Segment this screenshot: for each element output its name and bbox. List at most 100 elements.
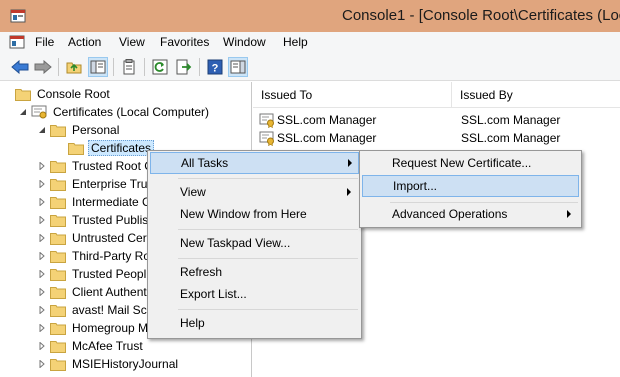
menu-view[interactable]: View <box>119 35 145 49</box>
folder-icon <box>50 177 66 191</box>
tree-item-store[interactable]: Homegroup M <box>37 319 150 337</box>
title-bar: Console1 - [Console Root\Certificates (L… <box>0 0 620 32</box>
submenu-arrow-icon <box>567 210 571 218</box>
mmc-app-icon[interactable] <box>10 8 26 24</box>
cell-issued-to: SSL.com Manager <box>277 112 377 127</box>
menu-bar: File Action View Favorites Window Help <box>0 32 620 53</box>
expanded-arrow-icon[interactable] <box>37 121 47 139</box>
tree-label: McAfee Trust <box>72 339 143 353</box>
menu-item-export-list[interactable]: Export List... <box>150 283 359 305</box>
toolbar-separator <box>199 58 200 76</box>
window-title: Console1 - [Console Root\Certificates (L… <box>342 7 620 24</box>
tree-item-store[interactable]: Third-Party Ro <box>37 247 152 265</box>
menu-file[interactable]: File <box>35 35 54 49</box>
console-menu-icon[interactable] <box>9 35 25 50</box>
folder-icon <box>50 339 66 353</box>
tree-label: Trusted Peopl <box>72 267 147 281</box>
toolbar: ? <box>0 53 620 81</box>
tree-item-store[interactable]: Client Authent <box>37 283 149 301</box>
folder-icon <box>50 213 66 227</box>
show-hide-tree-icon[interactable] <box>88 57 108 77</box>
export-icon[interactable] <box>174 57 194 77</box>
certificate-snapin-icon <box>31 105 47 119</box>
collapsed-arrow-icon[interactable] <box>37 283 47 301</box>
tree-item-console-root[interactable]: Console Root <box>2 85 112 103</box>
tree-item-store[interactable]: Trusted Publis <box>37 211 150 229</box>
menu-item-new-taskpad[interactable]: New Taskpad View... <box>150 232 359 254</box>
tree-label: MSIEHistoryJournal <box>72 357 179 371</box>
collapsed-arrow-icon[interactable] <box>37 175 47 193</box>
submenu-arrow-icon <box>347 188 351 196</box>
certificate-icon <box>259 131 274 146</box>
folder-icon <box>50 249 66 263</box>
column-header-issued-by[interactable]: Issued By <box>452 82 620 108</box>
tree-item-personal[interactable]: Personal <box>37 121 121 139</box>
menu-item-advanced-operations[interactable]: Advanced Operations <box>362 203 579 225</box>
cell-issued-by: SSL.com Manager <box>461 112 561 127</box>
menu-item-request-new-certificate[interactable]: Request New Certificate... <box>362 152 579 174</box>
table-row[interactable]: SSL.com Manager SSL.com Manager <box>259 128 560 147</box>
all-tasks-submenu: Request New Certificate... Import... Adv… <box>359 150 582 228</box>
certificate-icon <box>259 113 274 128</box>
toolbar-separator <box>58 58 59 76</box>
table-row[interactable]: SSL.com Manager SSL.com Manager <box>259 110 560 129</box>
tree-item-certificates-local[interactable]: Certificates (Local Computer) <box>18 103 211 121</box>
menu-item-all-tasks[interactable]: All Tasks <box>150 152 359 174</box>
folder-icon <box>15 87 31 101</box>
tree-item-store[interactable]: Trusted Peopl <box>37 265 148 283</box>
tree-item-store[interactable]: MSIEHistoryJournal <box>37 355 180 373</box>
folder-icon <box>50 357 66 371</box>
submenu-arrow-icon <box>348 159 352 167</box>
folder-icon <box>50 267 66 281</box>
cell-issued-by: SSL.com Manager <box>461 130 561 145</box>
properties-icon[interactable] <box>119 57 139 77</box>
folder-icon <box>50 285 66 299</box>
menu-item-refresh[interactable]: Refresh <box>150 261 359 283</box>
tree-item-store[interactable]: Untrusted Cer <box>37 229 149 247</box>
tree-item-store[interactable]: Intermediate C <box>37 193 153 211</box>
collapsed-arrow-icon[interactable] <box>37 355 47 373</box>
collapsed-arrow-icon[interactable] <box>37 229 47 247</box>
tree-label: Client Authent <box>72 285 147 299</box>
folder-icon <box>50 321 66 335</box>
menu-action[interactable]: Action <box>68 35 101 49</box>
up-folder-icon[interactable] <box>64 57 84 77</box>
context-menu: All Tasks View New Window from Here New … <box>147 150 362 339</box>
collapsed-arrow-icon[interactable] <box>37 211 47 229</box>
tree-item-store[interactable]: Enterprise Trus <box>37 175 155 193</box>
tree-label: Trusted Publis <box>72 213 149 227</box>
menu-item-view[interactable]: View <box>150 181 359 203</box>
folder-icon <box>50 159 66 173</box>
toolbar-separator <box>144 58 145 76</box>
help-icon[interactable]: ? <box>205 57 225 77</box>
expanded-arrow-icon[interactable] <box>18 103 28 121</box>
back-icon[interactable] <box>10 57 30 77</box>
forward-icon[interactable] <box>33 57 53 77</box>
tree-label: Third-Party Ro <box>72 249 151 263</box>
column-header-issued-to[interactable]: Issued To <box>253 82 452 108</box>
folder-icon <box>50 195 66 209</box>
tree-label: Intermediate C <box>72 195 151 209</box>
collapsed-arrow-icon[interactable] <box>37 265 47 283</box>
tree-item-store[interactable]: avast! Mail Sca <box>37 301 155 319</box>
collapsed-arrow-icon[interactable] <box>37 193 47 211</box>
collapsed-arrow-icon[interactable] <box>37 319 47 337</box>
menu-item-import[interactable]: Import... <box>362 175 579 197</box>
tree-item-store[interactable]: McAfee Trust <box>37 337 145 355</box>
refresh-icon[interactable] <box>150 57 170 77</box>
menu-help[interactable]: Help <box>283 35 308 49</box>
tree-item-personal-certificates[interactable]: Certificates <box>55 139 155 157</box>
cell-issued-to: SSL.com Manager <box>277 130 377 145</box>
svg-text:?: ? <box>212 63 219 75</box>
menu-window[interactable]: Window <box>223 35 266 49</box>
collapsed-arrow-icon[interactable] <box>37 301 47 319</box>
tree-item-store[interactable]: Trusted Root C <box>37 157 155 175</box>
menu-item-help[interactable]: Help <box>150 312 359 334</box>
action-pane-icon[interactable] <box>228 57 248 77</box>
collapsed-arrow-icon[interactable] <box>37 337 47 355</box>
menu-item-new-window[interactable]: New Window from Here <box>150 203 359 225</box>
menu-favorites[interactable]: Favorites <box>160 35 209 49</box>
tree-label: Enterprise Trus <box>72 177 154 191</box>
collapsed-arrow-icon[interactable] <box>37 157 47 175</box>
collapsed-arrow-icon[interactable] <box>37 247 47 265</box>
